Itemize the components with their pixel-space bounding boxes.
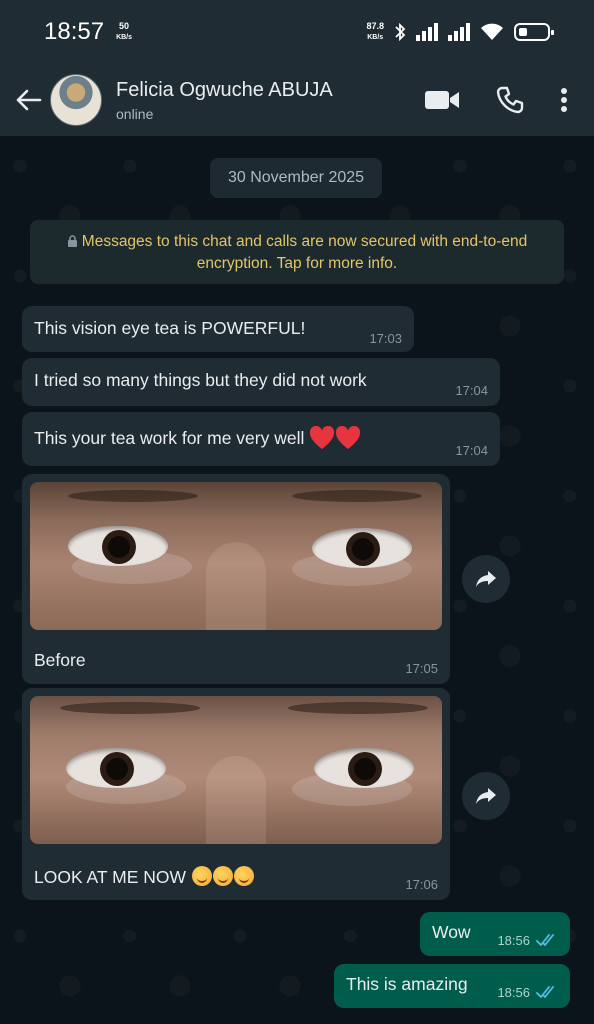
- network-speed-left-value: 50: [119, 21, 130, 31]
- image-message-incoming[interactable]: Before 17:05: [22, 474, 450, 684]
- network-speed-right: 87.8 KB/s: [366, 21, 384, 43]
- message-bubble-incoming[interactable]: This vision eye tea is POWERFUL! 17:03: [22, 306, 414, 352]
- chat-area[interactable]: 30 November 2025 Messages to this chat a…: [0, 136, 594, 1024]
- voice-call-icon[interactable]: [496, 86, 524, 114]
- network-speed-right-unit: KB/s: [367, 34, 384, 41]
- message-time: 17:04: [455, 443, 488, 458]
- red-heart-emoji-icon: [336, 426, 361, 449]
- status-time: 18:57: [44, 18, 105, 45]
- video-call-icon[interactable]: [424, 88, 460, 112]
- smiling-face-with-hearts-emoji-icon: [191, 866, 254, 887]
- message-text: This is amazing: [346, 974, 468, 994]
- message-text: I tried so many things but they did not …: [34, 370, 367, 390]
- read-receipt-icon: [536, 934, 554, 946]
- image-caption: Before: [34, 650, 86, 670]
- message-bubble-incoming[interactable]: I tried so many things but they did not …: [22, 358, 500, 406]
- network-speed-right-value: 87.8: [366, 21, 384, 31]
- date-chip: 30 November 2025: [210, 158, 382, 198]
- bluetooth-icon: [395, 22, 406, 42]
- message-time: 18:56: [497, 933, 530, 948]
- status-icons: 87.8 KB/s: [366, 21, 554, 43]
- back-arrow-icon[interactable]: [8, 80, 48, 120]
- encryption-notice-text: Messages to this chat and calls are now …: [81, 233, 528, 272]
- battery-icon: [514, 23, 554, 41]
- image-message-incoming[interactable]: LOOK AT ME NOW 17:06: [22, 688, 450, 900]
- status-bar: 18:57 50 KB/s 87.8 KB/s: [0, 0, 594, 64]
- more-options-icon[interactable]: [560, 87, 568, 113]
- message-time: 17:05: [405, 661, 438, 676]
- message-time: 17:03: [369, 331, 402, 346]
- contact-status: online: [116, 105, 154, 122]
- image-caption: LOOK AT ME NOW: [34, 866, 254, 888]
- message-text-content: This your tea work for me very well: [34, 428, 305, 448]
- message-text: This vision eye tea is POWERFUL!: [34, 318, 306, 338]
- red-heart-emoji-icon: [310, 426, 335, 449]
- contact-info[interactable]: Felicia Ogwuche ABUJA online: [116, 79, 333, 122]
- before-eye-photo[interactable]: [30, 482, 442, 630]
- message-bubble-outgoing[interactable]: This is amazing 18:56: [334, 964, 570, 1008]
- header-actions: [424, 86, 568, 114]
- signal-icon: [448, 23, 470, 41]
- message-text: Wow: [432, 922, 471, 942]
- forward-button[interactable]: [462, 555, 510, 603]
- network-speed-left: 50 KB/s: [116, 21, 132, 43]
- message-bubble-incoming[interactable]: This your tea work for me very well 17:0…: [22, 412, 500, 466]
- wifi-icon: [481, 23, 503, 40]
- message-text: This your tea work for me very well: [34, 426, 361, 450]
- network-speed-left-unit: KB/s: [116, 34, 133, 41]
- message-bubble-outgoing[interactable]: Wow 18:56: [420, 912, 570, 956]
- avatar[interactable]: [50, 74, 102, 126]
- contact-name: Felicia Ogwuche ABUJA: [116, 78, 333, 101]
- chat-header: Felicia Ogwuche ABUJA online: [0, 64, 594, 136]
- signal-icon: [416, 23, 438, 41]
- encryption-notice[interactable]: Messages to this chat and calls are now …: [30, 220, 564, 284]
- forward-arrow-icon: [476, 788, 496, 804]
- message-time: 18:56: [497, 985, 530, 1000]
- forward-button[interactable]: [462, 772, 510, 820]
- after-eye-photo[interactable]: [30, 696, 442, 844]
- forward-arrow-icon: [476, 571, 496, 587]
- message-time: 17:06: [405, 877, 438, 892]
- lock-icon: [67, 235, 77, 247]
- read-receipt-icon: [536, 986, 554, 998]
- image-caption-text: LOOK AT ME NOW: [34, 867, 187, 887]
- message-time: 17:04: [455, 383, 488, 398]
